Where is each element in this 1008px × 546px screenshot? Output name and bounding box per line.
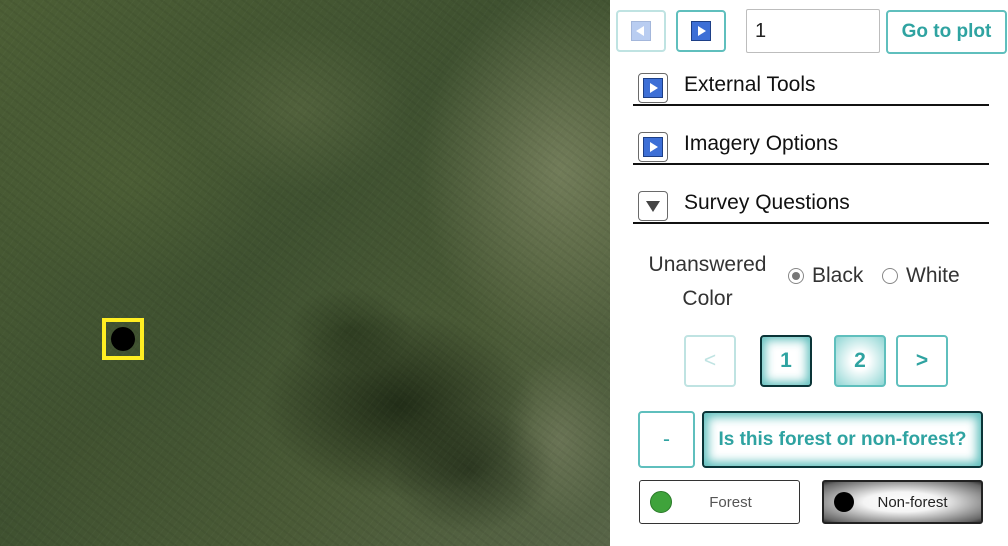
- satellite-imagery-map[interactable]: [0, 0, 610, 546]
- play-left-icon: [631, 21, 651, 41]
- radio-label: Black: [812, 264, 864, 287]
- triangle-down-icon: [646, 200, 660, 212]
- question-page-2-button[interactable]: 2: [834, 335, 886, 387]
- radio-white[interactable]: White: [882, 264, 960, 288]
- answer-forest-button[interactable]: Forest: [639, 480, 800, 524]
- section-title: Survey Questions: [684, 191, 850, 214]
- play-right-icon: [643, 137, 663, 157]
- answer-label: Non-forest: [877, 493, 948, 511]
- radio-button[interactable]: [882, 268, 898, 284]
- question-title-button[interactable]: Is this forest or non-forest?: [702, 411, 983, 468]
- section-title: Imagery Options: [684, 132, 839, 155]
- radio-button[interactable]: [788, 268, 804, 284]
- collapse-question-button[interactable]: -: [638, 411, 695, 468]
- next-plot-button[interactable]: [676, 10, 726, 52]
- unanswered-color-label: Unanswered Color: [648, 253, 767, 310]
- section-imagery-options[interactable]: Imagery Options: [633, 129, 989, 165]
- question-next-button[interactable]: >: [896, 335, 948, 387]
- section-external-tools[interactable]: External Tools: [633, 70, 989, 106]
- question-page-1-button[interactable]: 1: [760, 335, 812, 387]
- section-survey-questions[interactable]: Survey Questions: [633, 188, 989, 224]
- side-panel: Go to plot External Tools Imagery Option…: [610, 0, 1008, 546]
- sample-point[interactable]: [111, 327, 135, 351]
- go-to-plot-button[interactable]: Go to plot: [886, 10, 1007, 54]
- plot-number-input[interactable]: [746, 9, 880, 53]
- collapse-triangle-icon[interactable]: [638, 191, 668, 221]
- answer-label: Forest: [709, 493, 752, 511]
- expand-arrow-icon[interactable]: [638, 73, 668, 103]
- previous-plot-button[interactable]: [616, 10, 666, 52]
- play-right-icon: [691, 21, 711, 41]
- answer-nonforest-button[interactable]: Non-forest: [822, 480, 983, 524]
- section-title: External Tools: [684, 73, 816, 96]
- radio-label: White: [906, 264, 960, 287]
- question-prev-button[interactable]: <: [684, 335, 736, 387]
- green-circle-icon: [650, 491, 672, 513]
- plot-boundary-marker[interactable]: [102, 318, 144, 360]
- radio-black[interactable]: Black: [788, 264, 863, 288]
- play-right-icon: [643, 78, 663, 98]
- expand-arrow-icon[interactable]: [638, 132, 668, 162]
- black-circle-icon: [834, 492, 854, 512]
